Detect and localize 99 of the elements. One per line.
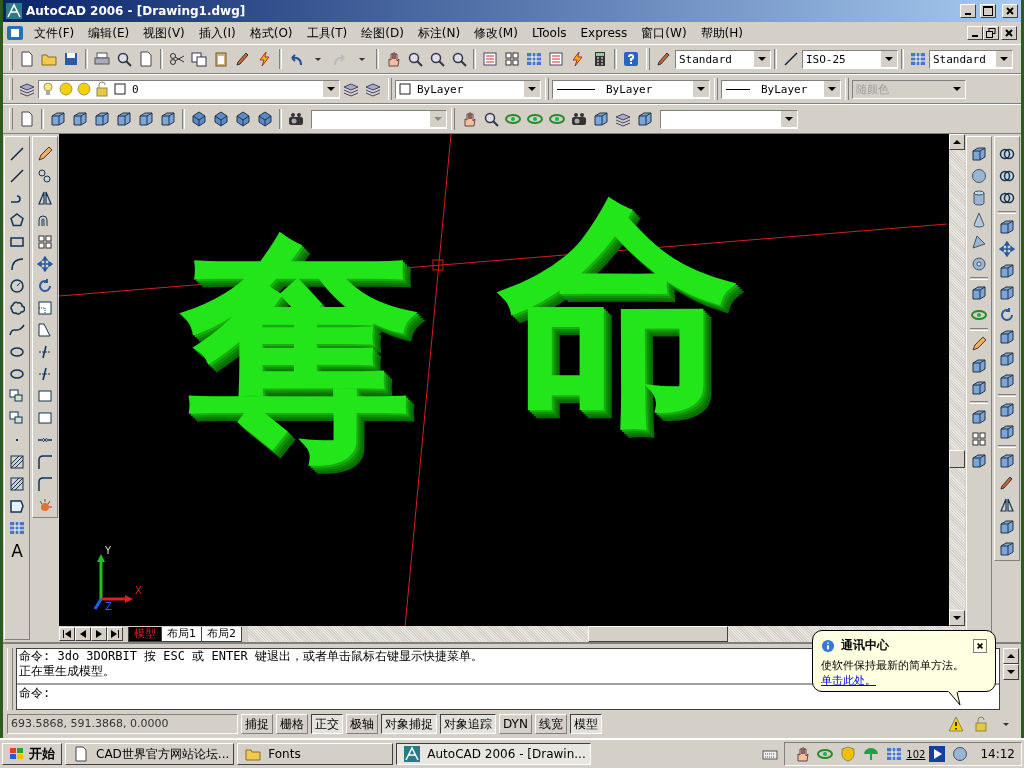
swatch-icon [396, 81, 414, 97]
color-dropdown[interactable]: ByLayer [395, 79, 541, 99]
menu-item[interactable]: Express [573, 24, 635, 42]
minimize-button[interactable] [960, 4, 976, 18]
coordinates-readout: 693.5868, 591.3868, 0.0000 [7, 714, 238, 734]
lineweight-dropdown[interactable]: ByLayer [721, 79, 841, 99]
axis-label: X [135, 585, 142, 596]
scroll-up-button[interactable] [949, 134, 965, 150]
caret-icon[interactable] [693, 81, 709, 97]
status-toggle[interactable]: 极轴 [346, 714, 378, 734]
menu-item[interactable]: 编辑(E) [81, 22, 137, 44]
menu-item[interactable]: 插入(I) [191, 22, 243, 44]
tab-scroll-button[interactable] [75, 627, 91, 641]
status-toggle[interactable]: 线宽 [534, 714, 567, 734]
menu-item[interactable]: 标注(N) [410, 22, 468, 44]
menu-item[interactable]: 修改(M) [467, 22, 525, 44]
caret-icon[interactable] [323, 81, 339, 97]
scroll-down-button[interactable] [949, 610, 965, 626]
balloon-message: 使软件保持最新的简单方法。 [821, 658, 965, 673]
down-arrow-icon [953, 614, 961, 622]
scroll-thumb[interactable] [949, 450, 965, 468]
menu-item[interactable]: 文件(F) [27, 22, 82, 44]
menu-item[interactable]: 视图(V) [136, 22, 192, 44]
command-prompt[interactable]: 命令: [17, 685, 999, 701]
menu-item[interactable]: 绘图(D) [354, 22, 411, 44]
linetype-dropdown[interactable]: ByLayer [552, 79, 710, 99]
axis-label: Z [105, 601, 112, 612]
triangle-icon [111, 630, 119, 638]
orbit-dropdown[interactable] [660, 109, 798, 129]
caret-icon[interactable] [781, 111, 797, 127]
close-icon [1005, 6, 1015, 16]
layout-tab[interactable]: 布局1 [161, 626, 202, 642]
restore-icon [986, 28, 996, 38]
caret-icon[interactable] [881, 51, 897, 67]
axis-label: Y [105, 545, 112, 556]
caret-icon[interactable] [996, 51, 1012, 67]
menu-item[interactable]: 窗口(W) [634, 22, 694, 44]
status-toggle[interactable]: 模型 [569, 714, 602, 734]
close-icon [1004, 28, 1014, 38]
command-history-line: 命令: 3do 3DORBIT 按 ESC 或 ENTER 键退出，或者单击鼠标右键显示快捷菜单。 [19, 649, 483, 664]
command-history-line: 正在重生成模型。 [19, 664, 115, 679]
caret-icon[interactable] [524, 81, 540, 97]
lock-icon[interactable] [93, 81, 111, 97]
taskbar-button[interactable]: AutoCAD 2006 - [Drawin... [396, 743, 591, 765]
scroll-up-button[interactable] [1003, 648, 1019, 664]
tab-scroll-button[interactable] [107, 627, 123, 641]
caret-icon[interactable] [754, 51, 770, 67]
minimize-icon [965, 13, 971, 15]
vertical-scrollbar[interactable] [949, 134, 965, 626]
minimize-button[interactable] [967, 26, 983, 40]
start-button[interactable]: 开始 [2, 743, 62, 765]
swatch-icon [111, 81, 129, 97]
triangle-icon [63, 630, 71, 638]
clock: 14:12 [980, 747, 1015, 761]
window-title: AutoCAD 2006 - [Drawing1.dwg] [26, 4, 247, 18]
pickbox-icon [432, 259, 444, 271]
layout-tab[interactable]: 模型 [128, 626, 162, 642]
info-icon [821, 638, 835, 653]
down-arrow-icon [1007, 668, 1015, 676]
ucs-axes-icon [93, 554, 133, 610]
status-toggle[interactable]: DYN [499, 714, 532, 734]
taskbar-button[interactable]: Fonts [237, 743, 394, 765]
menu-item[interactable]: 格式(O) [242, 22, 300, 44]
text-style-dropdown[interactable]: Standard [675, 49, 771, 69]
extruded-3d-text: 命 [499, 194, 739, 434]
close-icon [976, 641, 984, 650]
drawing-canvas[interactable]: 奪 命 Y X Z [59, 134, 949, 626]
up-arrow-icon [953, 138, 961, 146]
layout-tab[interactable]: 布局2 [201, 626, 242, 642]
flag-icon [9, 746, 25, 762]
taskbar-button[interactable]: CAD世界官方网站论坛... [65, 743, 235, 765]
view-dropdown[interactable] [311, 109, 447, 129]
tab-scroll-button[interactable] [91, 627, 107, 641]
tray-label: 102 [906, 748, 926, 760]
up-arrow-icon [1007, 652, 1015, 660]
menu-item[interactable]: 帮助(H) [693, 22, 750, 44]
status-toggle[interactable]: 对象追踪 [440, 714, 496, 734]
minimize-icon [972, 35, 978, 37]
multiline-text-tool[interactable]: A [11, 539, 23, 563]
status-toggle[interactable]: 栅格 [276, 714, 308, 734]
status-toggle[interactable]: 捕捉 [241, 714, 273, 734]
app-logo-icon [6, 3, 22, 19]
close-button[interactable] [973, 638, 987, 653]
extruded-3d-text: 奪 [181, 229, 421, 469]
menu-item[interactable]: LTools [524, 24, 574, 42]
status-toggle[interactable]: 正交 [311, 714, 343, 734]
dim-style-dropdown[interactable]: ISO-25 [802, 49, 898, 69]
maximize-icon [983, 6, 993, 16]
restore-button[interactable] [983, 26, 999, 40]
layer-dropdown[interactable]: 0 [38, 79, 340, 99]
menu-item[interactable]: 工具(T) [299, 22, 355, 44]
status-toggle[interactable]: 对象捕捉 [381, 714, 437, 734]
balloon-link[interactable]: 单击此处。 [821, 674, 876, 687]
maximize-button[interactable] [980, 4, 996, 18]
scroll-down-button[interactable] [1003, 664, 1019, 680]
caret-icon[interactable] [824, 81, 840, 97]
table-style-dropdown[interactable]: Standard [929, 49, 1013, 69]
scroll-thumb[interactable] [588, 626, 728, 642]
tab-scroll-button[interactable] [59, 627, 75, 641]
